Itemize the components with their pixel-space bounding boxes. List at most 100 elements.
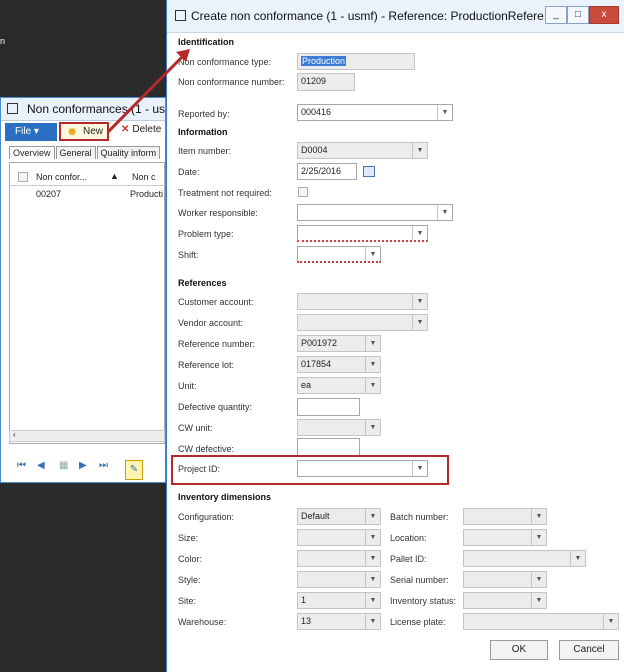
chevron-down-icon[interactable]: ▼ [603,614,618,629]
label-nc-type: Non conformance type: [178,57,272,67]
project-id-field[interactable]: ▼ [297,460,428,477]
previous-record-icon[interactable]: ◀ [37,460,45,471]
non-conformances-window: Non conformances (1 - us File ▾ ✸ New ✕ De… [0,97,166,483]
license-plate-field[interactable]: ▼ [463,613,619,630]
warehouse-field[interactable]: 13 ▼ [297,613,381,630]
grid-view-icon[interactable]: ▦ [59,460,68,471]
unit-field[interactable]: ea ▼ [297,377,381,394]
chevron-down-icon[interactable]: ▼ [412,143,427,158]
site-field[interactable]: 1 ▼ [297,592,381,609]
warehouse-value: 13 [301,616,312,626]
grid-cell-nc-number[interactable]: 00207 [36,189,61,199]
label-treatment-not-required: Treatment not required: [178,188,272,198]
tab-quality-information[interactable]: Quality inform [96,146,161,159]
chevron-down-icon[interactable]: ▼ [412,461,427,476]
label-warehouse: Warehouse: [178,617,227,627]
label-style: Style: [178,575,201,585]
cancel-button[interactable]: Cancel [559,640,619,660]
chevron-down-icon[interactable]: ▼ [570,551,585,566]
minimize-button[interactable]: _ [545,6,567,24]
chevron-down-icon[interactable]: ▼ [531,509,546,524]
worker-responsible-field[interactable]: ▼ [297,204,453,221]
chevron-down-icon[interactable]: ▼ [365,357,380,372]
chevron-down-icon[interactable]: ▼ [437,205,452,220]
reported-by-field[interactable]: 000416 ▼ [297,104,453,121]
file-menu-button[interactable]: File ▾ [5,123,57,141]
size-field[interactable]: ▼ [297,529,381,546]
chevron-down-icon[interactable]: ▼ [365,509,380,524]
last-record-icon[interactable]: ⏭ [99,460,108,471]
defective-quantity-field[interactable] [297,398,360,416]
calendar-icon[interactable] [363,166,375,177]
background-window-titlebar: Non conformances (1 - us [1,98,165,121]
new-button[interactable]: ✸ New [59,122,109,141]
section-identification: Identification [178,37,234,47]
tab-overview[interactable]: Overview [9,146,55,159]
tab-general[interactable]: General [55,146,96,159]
label-color: Color: [178,554,203,564]
item-number-field[interactable]: D0004 ▼ [297,142,428,159]
label-location: Location: [390,533,427,543]
label-worker-responsible: Worker responsible: [178,208,258,218]
chevron-down-icon[interactable]: ▼ [365,247,380,261]
inventory-status-field[interactable]: ▼ [463,592,547,609]
serial-number-field[interactable]: ▼ [463,571,547,588]
location-field[interactable]: ▼ [463,529,547,546]
chevron-down-icon[interactable]: ▼ [531,593,546,608]
chevron-down-icon[interactable]: ▼ [365,593,380,608]
chevron-down-icon[interactable]: ▼ [365,378,380,393]
delete-button[interactable]: ✕ Delete [121,124,161,135]
reference-number-field[interactable]: P001972 ▼ [297,335,381,352]
horizontal-scrollbar[interactable]: ‹ [9,430,165,442]
color-field[interactable]: ▼ [297,550,381,567]
reference-lot-field[interactable]: 017854 ▼ [297,356,381,373]
ok-button[interactable]: OK [490,640,548,660]
shift-field[interactable]: ▼ [297,246,381,263]
chevron-down-icon[interactable]: ▼ [531,572,546,587]
next-record-icon[interactable]: ▶ [79,460,87,471]
pallet-id-field[interactable]: ▼ [463,550,586,567]
chevron-down-icon[interactable]: ▼ [412,226,427,240]
grid-cell-nc-type[interactable]: Producti [130,189,163,199]
label-configuration: Configuration: [178,512,235,522]
cw-unit-field[interactable]: ▼ [297,419,381,436]
configuration-field[interactable]: Default ▼ [297,508,381,525]
chevron-down-icon[interactable]: ▼ [365,530,380,545]
label-date: Date: [178,167,200,177]
chevron-down-icon[interactable]: ▼ [365,420,380,435]
section-references: References [178,278,227,288]
batch-number-field[interactable]: ▼ [463,508,547,525]
cw-defective-field[interactable] [297,438,360,456]
item-number-value: D0004 [301,145,328,155]
nc-type-field[interactable]: Production [297,53,415,70]
chevron-down-icon[interactable]: ▼ [531,530,546,545]
select-all-checkbox[interactable] [18,172,28,182]
chevron-down-icon[interactable]: ▼ [365,336,380,351]
edit-pencil-icon[interactable]: ✎ [125,460,143,480]
label-vendor-account: Vendor account: [178,318,244,328]
vendor-account-field[interactable]: ▼ [297,314,428,331]
dialog-window-icon [175,10,186,21]
date-field[interactable]: 2/25/2016 [297,163,357,180]
background-window-title: Non conformances (1 - us [27,102,166,116]
column-header-nc-number[interactable]: Non confor... [36,172,87,182]
chevron-down-icon[interactable]: ▼ [412,294,427,309]
treatment-not-required-checkbox[interactable] [298,187,308,197]
chevron-down-icon[interactable]: ▼ [412,315,427,330]
maximize-button[interactable]: □ [567,6,589,24]
chevron-down-icon[interactable]: ▼ [437,105,452,120]
label-item-number: Item number: [178,146,232,156]
nc-number-field[interactable]: 01209 [297,73,355,91]
first-record-icon[interactable]: ⏮ [17,460,26,471]
section-information: Information [178,127,228,137]
chevron-down-icon[interactable]: ▼ [365,572,380,587]
style-field[interactable]: ▼ [297,571,381,588]
customer-account-field[interactable]: ▼ [297,293,428,310]
scroll-left-icon[interactable]: ‹ [13,430,16,439]
chevron-down-icon[interactable]: ▼ [365,614,380,629]
chevron-down-icon[interactable]: ▼ [365,551,380,566]
column-header-nc-type[interactable]: Non c [132,172,156,182]
close-button[interactable]: x [589,6,619,24]
label-pallet-id: Pallet ID: [390,554,427,564]
problem-type-field[interactable]: ▼ [297,225,428,242]
